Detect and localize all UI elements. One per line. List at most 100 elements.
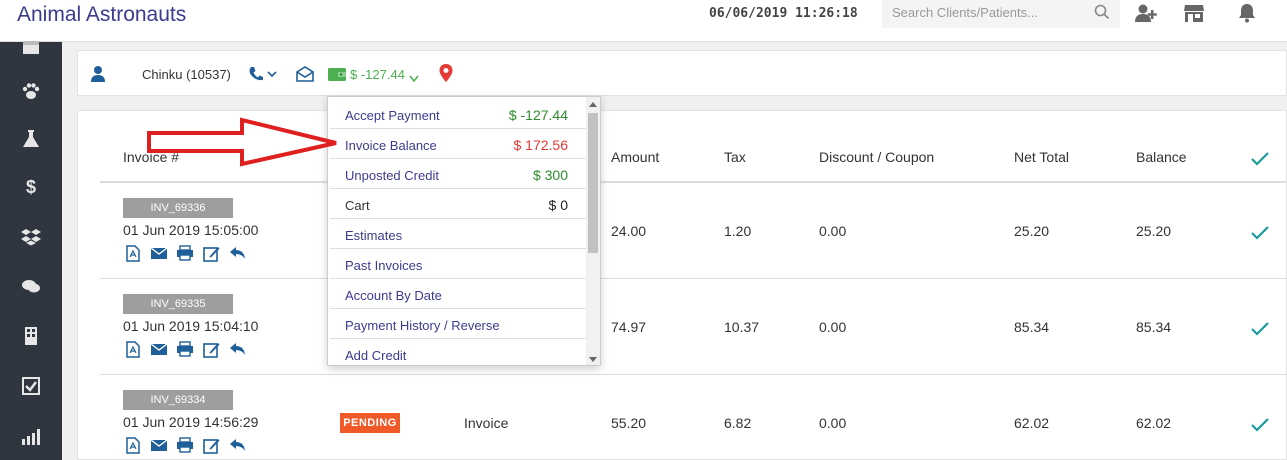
paw-icon[interactable] xyxy=(0,76,62,106)
edit-icon[interactable] xyxy=(201,340,221,358)
flask-icon[interactable] xyxy=(0,124,62,154)
menu-item-label: Past Invoices xyxy=(345,258,423,273)
row-divider xyxy=(100,278,1287,279)
invoice-actions xyxy=(123,340,247,358)
menu-item-label: Estimates xyxy=(345,228,403,243)
menu-item-label: Invoice Balance xyxy=(345,138,437,153)
dropbox-icon[interactable] xyxy=(0,222,62,252)
balance-cell: 62.02 xyxy=(1136,415,1172,431)
row-divider xyxy=(100,374,1287,375)
row-check-icon[interactable] xyxy=(1251,418,1269,432)
add-user-icon[interactable] xyxy=(1133,2,1159,24)
invoice-id-badge[interactable]: INV_69335 xyxy=(123,294,233,314)
client-bar: Chinku (10537) $ -127.44 xyxy=(77,50,1287,96)
building-icon[interactable] xyxy=(0,321,62,351)
print-icon[interactable] xyxy=(175,244,195,262)
menu-scrollbar[interactable] xyxy=(586,97,600,365)
row-check-icon[interactable] xyxy=(1251,322,1269,336)
tax-cell: 6.82 xyxy=(724,415,752,431)
invoice-date: 01 Jun 2019 15:04:10 xyxy=(123,318,259,334)
client-name[interactable]: Chinku (10537) xyxy=(142,67,231,82)
column-header-discount[interactable]: Discount / Coupon xyxy=(819,149,934,165)
search-box[interactable] xyxy=(882,0,1120,28)
pdf-icon[interactable] xyxy=(123,244,143,262)
menu-item-label: Add Credit xyxy=(345,348,407,363)
bell-icon[interactable] xyxy=(1234,2,1260,24)
reply-icon[interactable] xyxy=(227,340,247,358)
discount-cell: 0.00 xyxy=(819,223,847,239)
balance-cell: 85.34 xyxy=(1136,319,1172,335)
column-header-amount[interactable]: Amount xyxy=(611,149,659,165)
print-icon[interactable] xyxy=(175,340,195,358)
search-icon[interactable] xyxy=(1094,4,1110,25)
reply-icon[interactable] xyxy=(227,436,247,454)
map-pin-icon[interactable] xyxy=(438,63,454,83)
menu-item-label: Payment History / Reverse xyxy=(345,318,500,333)
wallet-icon[interactable] xyxy=(327,64,347,84)
menu-item-invoice-balance[interactable]: Invoice Balance $ 172.56 xyxy=(330,129,586,159)
column-header-balance[interactable]: Balance xyxy=(1136,149,1187,165)
invoice-actions xyxy=(123,436,247,454)
menu-item-unposted-credit[interactable]: Unposted Credit $ 300 xyxy=(330,159,586,189)
app-title[interactable]: Animal Astronauts xyxy=(17,3,186,27)
scrollbar-thumb[interactable] xyxy=(588,113,598,253)
chevron-down-icon[interactable] xyxy=(409,69,419,89)
balance-dropdown-menu: Accept Payment $ -127.44 Invoice Balance… xyxy=(327,96,601,366)
phone-icon[interactable] xyxy=(248,64,278,84)
client-profile-icon[interactable] xyxy=(90,64,106,84)
discount-cell: 0.00 xyxy=(819,319,847,335)
menu-item-value: $ -127.44 xyxy=(508,107,568,123)
select-all-check-icon[interactable] xyxy=(1251,152,1269,166)
email-icon[interactable] xyxy=(149,340,169,358)
current-datetime: 06/06/2019 11:26:18 xyxy=(709,6,858,21)
row-check-icon[interactable] xyxy=(1251,226,1269,240)
amount-cell: 55.20 xyxy=(611,415,647,431)
dollar-icon[interactable]: $ xyxy=(0,172,62,202)
pdf-icon[interactable] xyxy=(123,340,143,358)
discount-cell: 0.00 xyxy=(819,415,847,431)
checklist-icon[interactable] xyxy=(0,371,62,401)
chat-icon[interactable] xyxy=(0,272,62,302)
envelope-open-icon[interactable] xyxy=(296,64,314,84)
invoice-id-badge[interactable]: INV_69336 xyxy=(123,198,233,218)
chart-icon[interactable] xyxy=(0,421,62,451)
column-header-tax[interactable]: Tax xyxy=(724,149,746,165)
menu-item-cart[interactable]: Cart $ 0 xyxy=(330,189,586,219)
edit-icon[interactable] xyxy=(201,244,221,262)
column-header-net-total[interactable]: Net Total xyxy=(1014,149,1069,165)
invoice-id-badge[interactable]: INV_69334 xyxy=(123,390,233,410)
menu-item-payment-history[interactable]: Payment History / Reverse xyxy=(330,309,586,339)
menu-item-label: Cart xyxy=(345,198,370,213)
type-cell: Invoice xyxy=(464,415,509,431)
client-balance[interactable]: $ -127.44 xyxy=(350,67,405,82)
scroll-up-arrow-icon[interactable] xyxy=(589,101,597,109)
menu-item-add-credit[interactable]: Add Credit xyxy=(330,339,586,365)
menu-item-account-by-date[interactable]: Account By Date xyxy=(330,279,586,309)
invoice-actions xyxy=(123,244,247,262)
sidebar-item-calendar[interactable] xyxy=(0,32,62,62)
invoice-date: 01 Jun 2019 14:56:29 xyxy=(123,414,259,430)
store-icon[interactable] xyxy=(1181,2,1207,24)
edit-icon[interactable] xyxy=(201,436,221,454)
svg-text:$: $ xyxy=(26,177,36,197)
header-divider xyxy=(100,181,1287,183)
tax-cell: 1.20 xyxy=(724,223,752,239)
email-icon[interactable] xyxy=(149,244,169,262)
menu-item-label: Accept Payment xyxy=(345,108,440,123)
net-total-cell: 25.20 xyxy=(1014,223,1050,239)
menu-item-accept-payment[interactable]: Accept Payment $ -127.44 xyxy=(330,99,586,129)
balance-cell: 25.20 xyxy=(1136,223,1172,239)
amount-cell: 24.00 xyxy=(611,223,647,239)
print-icon[interactable] xyxy=(175,436,195,454)
menu-item-estimates[interactable]: Estimates xyxy=(330,219,586,249)
reply-icon[interactable] xyxy=(227,244,247,262)
menu-item-value: $ 172.56 xyxy=(513,137,569,153)
menu-item-past-invoices[interactable]: Past Invoices xyxy=(330,249,586,279)
scroll-down-arrow-icon[interactable] xyxy=(589,355,597,363)
email-icon[interactable] xyxy=(149,436,169,454)
pdf-icon[interactable] xyxy=(123,436,143,454)
sidebar: $ xyxy=(0,41,62,460)
menu-item-label: Unposted Credit xyxy=(345,168,439,183)
search-input[interactable] xyxy=(892,5,1087,20)
top-header: Animal Astronauts 06/06/2019 11:26:18 xyxy=(0,0,1287,42)
